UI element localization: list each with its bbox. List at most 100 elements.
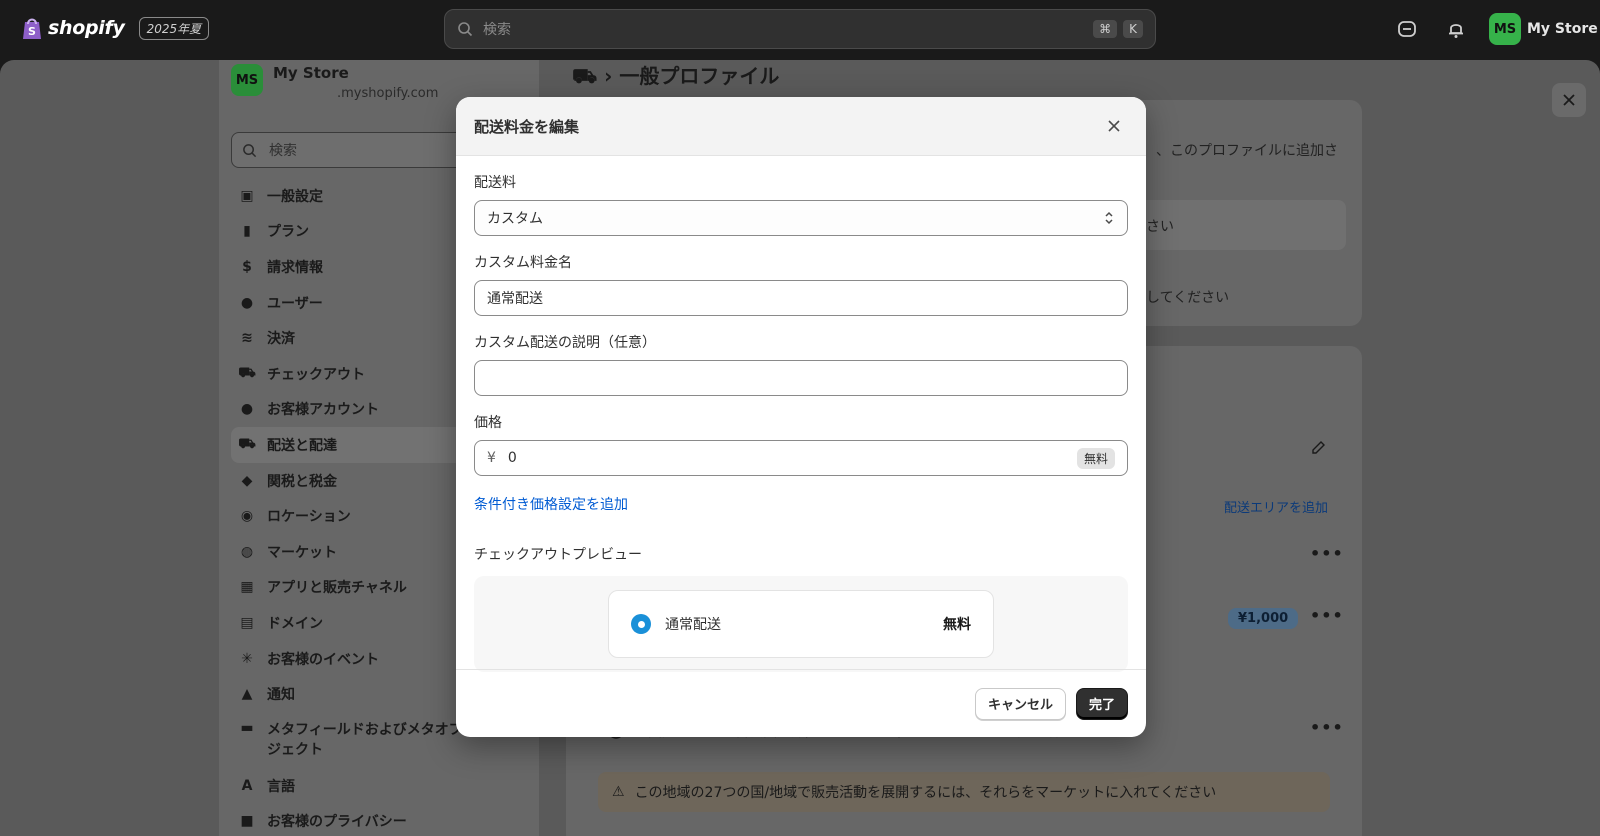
warning-text: この地域の27つの国/地域で販売活動を展開するには、それらをマーケットに入れてく…	[634, 785, 1217, 801]
edit-pencil-icon[interactable]	[1310, 440, 1326, 456]
zone-more-icon[interactable]: •••	[1310, 544, 1344, 563]
description-input[interactable]	[474, 360, 1128, 396]
plan-icon: ▮	[243, 223, 251, 240]
free-badge: 無料	[1076, 447, 1115, 469]
select-chevron-icon	[1105, 211, 1113, 225]
sidebar-item-label: お客様のプライバシー	[267, 814, 407, 831]
search-placeholder: 検索	[483, 22, 511, 38]
bell-icon: ▲	[241, 686, 253, 703]
shopify-logo[interactable]: S shopify 2025年夏	[22, 16, 210, 40]
brand-name: shopify	[48, 17, 125, 39]
sidebar-item-label: お客様のイベント	[267, 651, 379, 668]
store-header: MS My Store .myshopify.com	[231, 64, 438, 101]
bg-text-3: してください	[1146, 290, 1230, 306]
rate-type-select[interactable]: カスタム	[474, 200, 1128, 236]
edition-badge[interactable]: 2025年夏	[138, 16, 210, 40]
zone-international-more-icon[interactable]: •••	[1310, 718, 1344, 737]
lock-icon: ■	[240, 813, 254, 830]
bg-text-2: さい	[1146, 219, 1174, 235]
global-search[interactable]: 検索 ⌘ K	[444, 9, 1156, 49]
sidekick-icon[interactable]	[1396, 18, 1418, 40]
price-value: 0	[507, 450, 517, 466]
checkout-preview: 通常配送 無料	[474, 576, 1128, 672]
cart-icon: ⛟	[238, 364, 256, 381]
custom-name-value: 通常配送	[487, 291, 543, 307]
rate-price-pill: ¥1,000	[1228, 608, 1299, 629]
preview-rate-price: 無料	[943, 617, 971, 633]
store-name: My Store	[273, 64, 349, 82]
checkout-preview-label: チェックアウトプレビュー	[474, 547, 642, 563]
truck-icon: ⛟	[238, 435, 256, 452]
rate-type-label: 配送料	[474, 175, 516, 191]
sidebar-item-label: 一般設定	[267, 188, 323, 205]
add-conditional-pricing-link[interactable]: 条件付き価格設定を追加	[474, 494, 628, 514]
language-icon: A	[241, 777, 253, 794]
close-settings-button[interactable]	[1552, 83, 1586, 117]
done-button[interactable]: 完了	[1075, 687, 1128, 720]
sidebar-item-label: メタフィールドおよびメタオブジェクト	[267, 721, 463, 758]
page-title: ⛟ › 一般プロファイル	[572, 64, 780, 88]
shortcut-key-cmd: ⌘	[1093, 20, 1118, 38]
globe-icon: ◍	[240, 543, 254, 560]
market-warning-banner: ⚠ この地域の27つの国/地域で販売活動を展開するには、それらをマーケットに入れ…	[598, 772, 1330, 812]
close-icon	[1108, 120, 1120, 132]
apps-icon: ▦	[240, 579, 254, 596]
settings-search-placeholder: 検索	[269, 143, 297, 159]
sidebar-item-label: マーケット	[267, 544, 337, 561]
top-bar: S shopify 2025年夏 検索 ⌘ K MS My Store	[0, 0, 1600, 58]
sidebar-item-label: チェックアウト	[267, 366, 365, 383]
sidebar-item-label: 関税と税金	[267, 473, 337, 490]
bell-icon[interactable]	[1445, 18, 1467, 40]
currency-symbol: ¥	[487, 450, 496, 466]
avatar: MS	[1489, 13, 1521, 45]
account-menu[interactable]: MS My Store	[1489, 13, 1598, 45]
person-icon: ●	[240, 401, 254, 418]
modal-header: 配送料金を編集	[456, 97, 1146, 156]
users-icon: ●	[240, 294, 254, 311]
preview-rate-option: 通常配送 無料	[608, 590, 994, 658]
domain-icon: ▤	[240, 614, 254, 631]
search-icon	[458, 22, 473, 37]
search-icon	[243, 143, 257, 157]
sidebar-item-label: ドメイン	[267, 615, 323, 632]
close-icon	[1563, 94, 1575, 106]
tax-icon: ◆	[241, 472, 253, 489]
sidebar-item-label: 通知	[267, 687, 295, 704]
payments-icon: ≋	[241, 330, 253, 347]
rate-type-value: カスタム	[487, 211, 543, 227]
sidebar-item-label: プラン	[267, 224, 309, 241]
edit-rate-modal: 配送料金を編集 配送料 カスタム カスタム料金名 通常配送 カスタム配送の説明（…	[456, 97, 1146, 737]
modal-close-button[interactable]	[1100, 112, 1128, 140]
modal-body: 配送料 カスタム カスタム料金名 通常配送 カスタム配送の説明（任意） 価格 ¥…	[456, 156, 1146, 672]
modal-footer: キャンセル 完了	[456, 669, 1146, 737]
page-title-text: 一般プロファイル	[619, 64, 780, 88]
add-zone-link[interactable]: 配送エリアを追加	[1224, 497, 1328, 516]
bg-text-1: 、このプロファイルに追加さ	[1156, 143, 1338, 159]
svg-text:S: S	[28, 25, 36, 38]
location-icon: ◉	[240, 508, 254, 525]
sidebar-item-label: 言語	[267, 778, 295, 795]
preview-radio-selected	[631, 614, 651, 634]
sidebar-item-label: アプリと販売チャネル	[267, 580, 407, 597]
sidebar-item-label: 決済	[267, 331, 295, 348]
price-label: 価格	[474, 415, 502, 431]
price-input[interactable]: ¥ 0 無料	[474, 440, 1128, 476]
description-label: カスタム配送の説明（任意）	[474, 335, 656, 351]
sidebar-item-label: ロケーション	[267, 509, 351, 526]
cancel-button[interactable]: キャンセル	[974, 687, 1066, 720]
sidebar-item-privacy[interactable]: ■ お客様のプライバシー	[231, 804, 531, 836]
store-domain: .myshopify.com	[337, 86, 439, 101]
sidebar-item-label: 配送と配達	[267, 437, 337, 454]
account-name: My Store	[1527, 21, 1598, 37]
sidebar-item-label: お客様アカウント	[267, 402, 379, 419]
sidebar-item-label: ユーザー	[267, 295, 323, 312]
store-avatar: MS	[231, 64, 263, 96]
rate-more-icon[interactable]: •••	[1310, 606, 1344, 625]
metafield-icon: ▬	[240, 719, 254, 736]
shortcut-key-k: K	[1123, 20, 1143, 38]
sidebar-item-languages[interactable]: A 言語	[231, 768, 531, 804]
cursor-icon: ✳	[241, 650, 253, 667]
custom-name-input[interactable]: 通常配送	[474, 280, 1128, 316]
custom-name-label: カスタム料金名	[474, 255, 572, 271]
preview-rate-name: 通常配送	[665, 617, 721, 633]
